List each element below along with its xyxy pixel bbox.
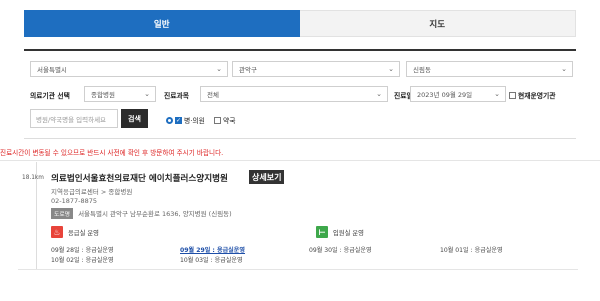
kind-hospital-option[interactable]: ✓ 병·의원 bbox=[166, 115, 205, 125]
ambulance-siren-icon: ♨ bbox=[51, 226, 63, 238]
address-line: 도로명 서울특별시 관악구 남부순환로 1636, 양지병원 (신림동) bbox=[51, 208, 232, 219]
bed-icon: ⊢ bbox=[316, 226, 328, 238]
view-tabs: 일반 지도 bbox=[24, 10, 576, 37]
kind-pharmacy-label: 약국 bbox=[223, 117, 236, 125]
chevron-down-icon: ⌄ bbox=[216, 65, 222, 73]
er-status: ♨ 응급실 운영 bbox=[51, 226, 99, 238]
kind-hospital-checkbox[interactable]: ✓ bbox=[175, 116, 182, 124]
facility-type-value: 종합병원 bbox=[91, 91, 115, 99]
detail-button[interactable]: 상세보기 bbox=[249, 170, 285, 184]
ward-status-label: 입원실 운영 bbox=[333, 229, 364, 237]
facility-type-label: 의료기관 선택 bbox=[30, 92, 70, 100]
result-divider bbox=[18, 269, 578, 270]
open-now-label: 현재운영기관 bbox=[518, 92, 556, 100]
divider bbox=[0, 160, 600, 161]
name-search-input[interactable]: 병원/약국명을 입력하세요 bbox=[30, 109, 118, 128]
open-now-checkbox[interactable] bbox=[509, 91, 516, 99]
region-gu-select[interactable]: 관악구 ⌄ bbox=[232, 61, 400, 77]
category-text: 지역응급의료센터 > 종합병원 bbox=[51, 188, 133, 196]
kind-radio[interactable] bbox=[166, 116, 173, 124]
open-now-option[interactable]: 현재운영기관 bbox=[509, 90, 556, 100]
hospital-name[interactable]: 의료법인서울효천의료재단 에이치플러스양지병원 bbox=[51, 172, 228, 184]
kind-pharmacy-checkbox[interactable] bbox=[214, 116, 221, 124]
road-address-tag: 도로명 bbox=[51, 208, 73, 219]
er-day: 10월 02일 : 응급실운영 bbox=[51, 257, 114, 264]
er-day-today[interactable]: 09월 29일 : 응급실운영 bbox=[180, 245, 245, 254]
chevron-down-icon: ⌄ bbox=[494, 90, 500, 98]
chevron-down-icon: ⌄ bbox=[561, 65, 567, 73]
region-dong-value: 신림동 bbox=[413, 66, 431, 74]
chevron-down-icon: ⌄ bbox=[144, 90, 150, 98]
name-search-placeholder: 병원/약국명을 입력하세요 bbox=[36, 115, 107, 124]
ward-status: ⊢ 입원실 운영 bbox=[316, 226, 364, 238]
date-value: 2023년 09월 29일 bbox=[417, 91, 473, 99]
department-value: 전체 bbox=[207, 91, 219, 99]
region-sido-select[interactable]: 서울특별시 ⌄ bbox=[30, 61, 228, 77]
er-day: 09월 28일 : 응급실운영 bbox=[51, 247, 114, 254]
er-day: 09월 30일 : 응급실운영 bbox=[309, 247, 372, 254]
tab-general[interactable]: 일반 bbox=[24, 10, 300, 37]
region-sido-value: 서울특별시 bbox=[37, 66, 67, 74]
result-item: 18.1km 의료법인서울효천의료재단 에이치플러스양지병원 상세보기 지역응급… bbox=[18, 162, 578, 271]
distance-label: 18.1km bbox=[22, 175, 44, 181]
date-select[interactable]: 2023년 09월 29일 ⌄ bbox=[410, 86, 506, 102]
address-text: 서울특별시 관악구 남부순환로 1636, 양지병원 (신림동) bbox=[78, 210, 232, 218]
region-gu-value: 관악구 bbox=[239, 66, 257, 74]
search-panel: 서울특별시 ⌄ 관악구 ⌄ 신림동 ⌄ 의료기관 선택 종합병원 ⌄ 진료과목 … bbox=[24, 49, 576, 139]
er-day: 10월 01일 : 응급실운영 bbox=[440, 247, 503, 254]
er-day: 10월 03일 : 응급실운영 bbox=[180, 257, 243, 264]
chevron-down-icon: ⌄ bbox=[388, 65, 394, 73]
region-dong-select[interactable]: 신림동 ⌄ bbox=[406, 61, 573, 77]
department-label: 진료과목 bbox=[164, 92, 190, 100]
phone-text: 02-1877-8875 bbox=[51, 197, 98, 205]
department-select[interactable]: 전체 ⌄ bbox=[200, 86, 388, 102]
kind-pharmacy-option[interactable]: 약국 bbox=[214, 115, 236, 125]
kind-hospital-label: 병·의원 bbox=[184, 117, 205, 125]
chevron-down-icon: ⌄ bbox=[376, 90, 382, 98]
search-button[interactable]: 검색 bbox=[121, 109, 148, 128]
er-status-label: 응급실 운영 bbox=[68, 229, 99, 237]
tab-map[interactable]: 지도 bbox=[299, 10, 576, 37]
facility-type-select[interactable]: 종합병원 ⌄ bbox=[84, 86, 156, 102]
notice-text: 진료시간이 변동될 수 있으므로 반드시 사전에 확인 후 방문하여 주시기 바… bbox=[0, 149, 224, 157]
